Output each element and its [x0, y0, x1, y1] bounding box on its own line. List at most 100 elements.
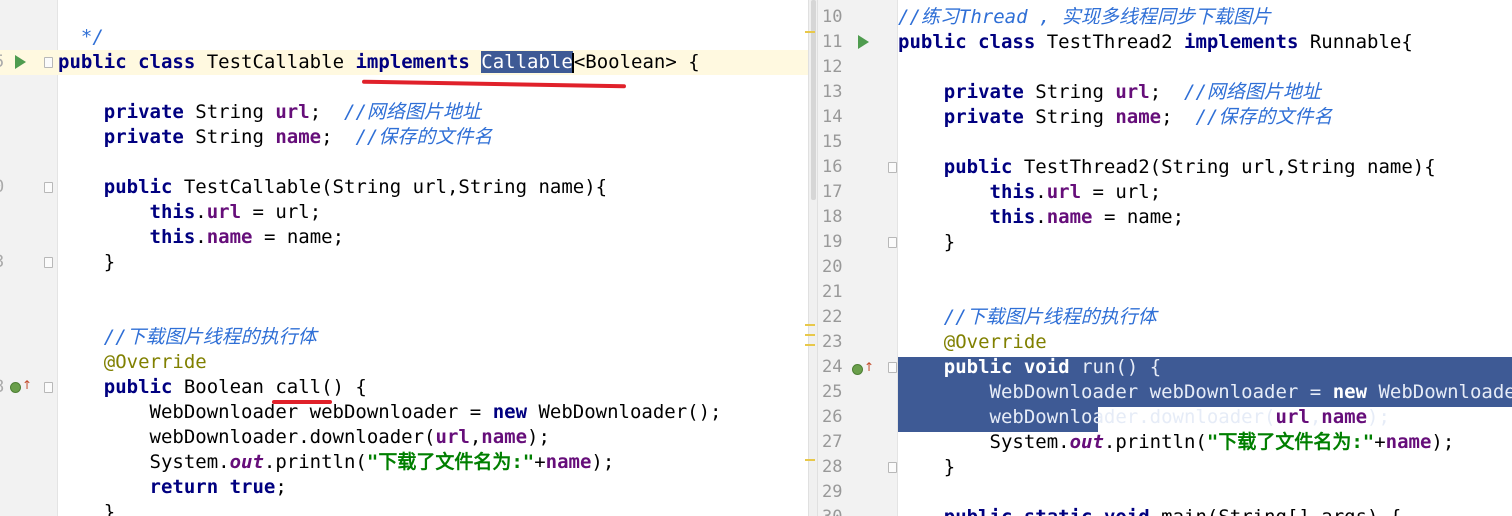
code-line[interactable]: System.out.println("下载了文件名为:"+name); — [0, 450, 808, 475]
code-line[interactable]: @Override — [0, 350, 808, 375]
code-text[interactable]: */ — [58, 25, 104, 50]
code-line[interactable]: 0 public TestCallable(String url,String … — [0, 175, 808, 200]
fold-icon[interactable] — [888, 237, 897, 248]
code-text[interactable]: this.url = url; — [58, 200, 322, 225]
code-text[interactable]: //下载图片线程的执行体 — [58, 325, 317, 350]
code-text[interactable]: //练习Thread , 实现多线程同步下载图片 — [898, 5, 1271, 30]
code-text[interactable]: public TestCallable(String url,String na… — [58, 175, 607, 200]
implements-gutter-icon[interactable] — [852, 364, 863, 375]
code-line[interactable]: 30 public static void main(String[] args… — [818, 505, 1512, 516]
code-line[interactable]: 16 public TestThread2(String url,String … — [818, 155, 1512, 180]
code-text[interactable]: webDownloader.downloader(url,name); — [58, 425, 550, 450]
code-line[interactable]: 29 — [818, 480, 1512, 505]
code-text[interactable]: WebDownloader webDownloader = new WebDow… — [898, 380, 1512, 405]
code-line[interactable]: 3 } — [0, 250, 808, 275]
code-token: public — [58, 51, 127, 73]
code-line[interactable]: 23 @Override — [818, 330, 1512, 355]
fold-icon[interactable] — [44, 382, 53, 393]
code-token: String — [183, 126, 276, 148]
fold-icon[interactable] — [44, 57, 53, 68]
code-text[interactable]: @Override — [898, 330, 1047, 355]
code-text[interactable]: public TestThread2(String url,String nam… — [898, 155, 1436, 180]
code-line[interactable]: 22 //下载图片线程的执行体 — [818, 305, 1512, 330]
code-line[interactable] — [0, 275, 808, 300]
code-line[interactable]: 11 public class TestThread2 implements Ru… — [818, 30, 1512, 55]
code-line[interactable]: 10 //练习Thread , 实现多线程同步下载图片 — [818, 5, 1512, 30]
code-text[interactable]: //下载图片线程的执行体 — [898, 305, 1157, 330]
code-text[interactable]: private String url; //网络图片地址 — [898, 80, 1321, 105]
fold-icon[interactable] — [44, 182, 53, 193]
fold-icon[interactable] — [888, 162, 897, 173]
code-text[interactable]: public class TestThread2 implements Runn… — [898, 30, 1413, 55]
code-token: out — [1069, 431, 1104, 453]
fold-icon[interactable] — [888, 362, 897, 373]
code-text[interactable]: return true; — [58, 475, 287, 500]
code-line[interactable]: 13 private String url; //网络图片地址 — [818, 80, 1512, 105]
run-gutter-icon[interactable] — [15, 55, 26, 69]
fold-icon[interactable] — [888, 462, 897, 473]
code-line[interactable] — [0, 300, 808, 325]
code-text[interactable]: private String name; //保存的文件名 — [898, 105, 1333, 130]
code-line[interactable]: private String name; //保存的文件名 — [0, 125, 808, 150]
override-arrow-icon[interactable]: ↑ — [22, 379, 32, 391]
code-line[interactable]: this.name = name; — [0, 225, 808, 250]
code-line[interactable]: //下载图片线程的执行体 — [0, 325, 808, 350]
code-line[interactable]: */ — [0, 25, 808, 50]
code-text[interactable]: webDownloader.downloader(url,name); — [898, 405, 1390, 430]
override-arrow-icon[interactable]: ↑ — [864, 361, 874, 373]
code-text[interactable]: public class TestCallable implements Cal… — [58, 50, 700, 75]
code-line[interactable]: 17 this.url = url; — [818, 180, 1512, 205]
code-line[interactable]: 14 private String name; //保存的文件名 — [818, 105, 1512, 130]
code-text[interactable]: System.out.println("下载了文件名为:"+name); — [898, 430, 1455, 455]
code-text[interactable]: } — [898, 455, 955, 480]
code-text[interactable]: public static void main(String[] args) { — [898, 505, 1402, 516]
code-line[interactable]: 20 — [818, 255, 1512, 280]
code-line[interactable]: 25 WebDownloader webDownloader = new Web… — [818, 380, 1512, 405]
code-text[interactable]: } — [58, 500, 115, 516]
line-number: 5 — [0, 50, 4, 75]
code-text[interactable]: } — [898, 230, 955, 255]
code-line[interactable]: 24 public void run() { — [818, 355, 1512, 380]
implements-gutter-icon[interactable] — [10, 382, 21, 393]
code-text[interactable]: private String name; //保存的文件名 — [58, 125, 493, 150]
code-text[interactable]: this.url = url; — [898, 180, 1162, 205]
code-line[interactable]: 26 webDownloader.downloader(url,name); — [818, 405, 1512, 430]
code-line[interactable]: 15 — [818, 130, 1512, 155]
code-text[interactable]: public void run() { — [898, 355, 1161, 380]
code-line[interactable]: private String url; //网络图片地址 — [0, 100, 808, 125]
code-line[interactable]: 8 public Boolean call() { — [0, 375, 808, 400]
code-text[interactable]: this.name = name; — [898, 205, 1185, 230]
code-line[interactable]: WebDownloader webDownloader = new WebDow… — [0, 400, 808, 425]
code-line[interactable]: 21 — [818, 280, 1512, 305]
code-line[interactable]: 5 public class TestCallable implements Ca… — [0, 50, 808, 75]
code-line[interactable]: 28 } — [818, 455, 1512, 480]
code-text[interactable]: public Boolean call() { — [58, 375, 367, 400]
line-number: 29 — [822, 482, 843, 502]
code-line[interactable]: this.url = url; — [0, 200, 808, 225]
code-line[interactable]: 12 — [818, 55, 1512, 80]
code-line[interactable]: 19 } — [818, 230, 1512, 255]
code-line[interactable]: webDownloader.downloader(url,name); — [0, 425, 808, 450]
scrollbar-thumb[interactable] — [811, 0, 816, 200]
code-line[interactable] — [0, 150, 808, 175]
code-text[interactable]: private String url; //网络图片地址 — [58, 100, 481, 125]
code-line[interactable]: 18 this.name = name; — [818, 205, 1512, 230]
scrollbar[interactable] — [805, 0, 818, 516]
code-text[interactable]: System.out.println("下载了文件名为:"+name); — [58, 450, 615, 475]
code-text[interactable]: WebDownloader webDownloader = new WebDow… — [58, 400, 722, 425]
fold-icon[interactable] — [44, 257, 53, 268]
code-text[interactable]: @Override — [58, 350, 207, 375]
right-editor-pane[interactable]: 10 //练习Thread , 实现多线程同步下载图片 11 public class… — [818, 0, 1512, 516]
left-editor-pane[interactable]: */ 5 public class TestCallable implements … — [0, 0, 808, 516]
code-text[interactable]: } — [58, 250, 115, 275]
code-line[interactable]: } — [0, 500, 808, 516]
run-gutter-icon[interactable] — [858, 35, 869, 49]
code-line[interactable]: 27 System.out.println("下载了文件名为:"+name); — [818, 430, 1512, 455]
code-line[interactable] — [0, 75, 808, 100]
line-number: 21 — [822, 282, 843, 302]
code-line[interactable]: return true; — [0, 475, 808, 500]
code-text[interactable]: this.name = name; — [58, 225, 345, 250]
